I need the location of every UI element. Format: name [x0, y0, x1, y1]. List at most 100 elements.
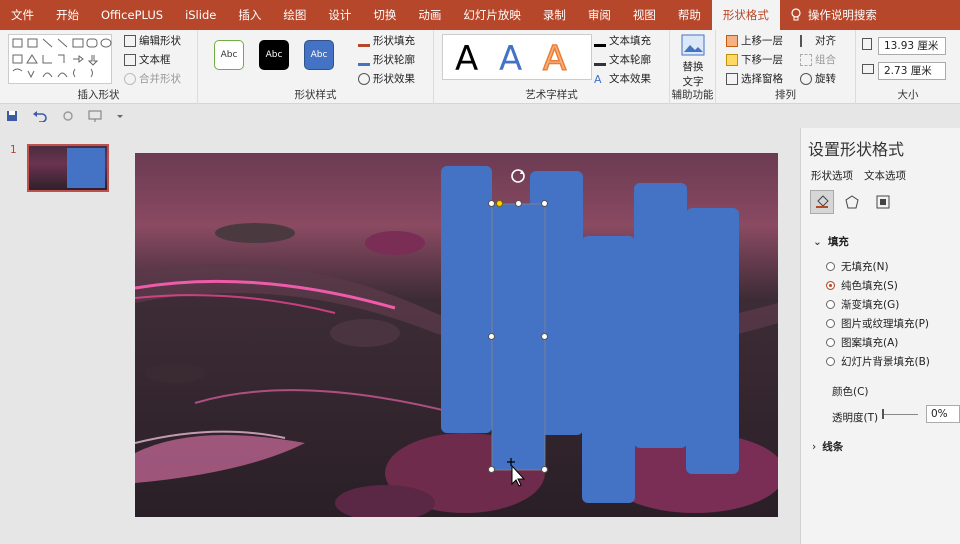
align-button[interactable]: 对齐 [800, 33, 836, 48]
resize-handle-mr[interactable] [541, 333, 548, 340]
style-preset-blue[interactable]: Abc [304, 40, 334, 70]
text-outline-label: 文本轮廓 [609, 54, 651, 66]
transparency-slider[interactable] [882, 414, 918, 415]
bar-shape-4[interactable] [582, 236, 635, 503]
rotate-handle-icon[interactable] [511, 169, 525, 183]
tab-help[interactable]: 帮助 [667, 0, 712, 30]
shape-width-field[interactable]: 2.73 厘米 [878, 62, 946, 80]
bar-shape-3[interactable] [530, 171, 583, 435]
group-label-wordart: 艺术字样式 [525, 89, 578, 101]
style-preset-black[interactable]: Abc [259, 40, 289, 70]
resize-handle-tr[interactable] [541, 200, 548, 207]
selection-pane-button[interactable]: 选择窗格 [726, 71, 783, 86]
help-search[interactable]: 操作说明搜索 [790, 7, 877, 23]
send-backward-button[interactable]: 下移一层 [726, 52, 783, 67]
edit-shape-button[interactable]: 编辑形状 [124, 33, 181, 48]
effects-tab[interactable] [840, 190, 864, 214]
group-button[interactable]: 组合 [800, 52, 836, 67]
tab-shape-options[interactable]: 形状选项 [811, 168, 853, 183]
group-accessibility: 替换 文字 辅助功能 [670, 30, 716, 104]
bar-shape-1[interactable] [441, 166, 492, 433]
transparency-label: 透明度(T) [832, 412, 879, 424]
wordart-blue[interactable]: A [499, 39, 522, 79]
wordart-black[interactable]: A [455, 39, 478, 79]
fill-option-none[interactable]: 无填充(N) [826, 259, 889, 274]
slide-thumbnail-1[interactable] [27, 144, 109, 192]
resize-handle-ml[interactable] [488, 333, 495, 340]
resize-handle-bl[interactable] [488, 466, 495, 473]
chevron-right-icon: › [812, 440, 817, 453]
customize-qat-icon[interactable] [116, 112, 124, 120]
tab-draw[interactable]: 绘图 [272, 0, 317, 30]
fill-option-solid[interactable]: 纯色填充(S) [826, 278, 898, 293]
fill-option-pattern[interactable]: 图案填充(A) [826, 335, 898, 350]
text-effects-button[interactable]: A 文本效果 [594, 71, 651, 86]
bar-shape-6[interactable] [686, 208, 739, 474]
fill-option-slide-bg[interactable]: 幻灯片背景填充(B) [826, 354, 930, 369]
quick-access-toolbar [0, 104, 800, 128]
tab-transitions[interactable]: 切换 [362, 0, 407, 30]
fill-line-tab[interactable] [810, 190, 834, 214]
tab-home[interactable]: 开始 [45, 0, 90, 30]
pane-title: 设置形状格式 [808, 140, 905, 159]
shape-outline-button[interactable]: 形状轮廓 [358, 52, 415, 67]
size-properties-tab[interactable] [871, 190, 895, 214]
resize-handle-br[interactable] [541, 466, 548, 473]
text-box-button[interactable]: 文本框 [124, 52, 171, 67]
tab-insert[interactable]: 插入 [227, 0, 272, 30]
shape-height-field[interactable]: 13.93 厘米 [878, 37, 946, 55]
tab-design[interactable]: 设计 [317, 0, 362, 30]
merge-shapes-label: 合并形状 [139, 73, 181, 85]
tab-slideshow[interactable]: 幻灯片放映 [452, 0, 532, 30]
group-wordart: A A A 文本填充 文本轮廓 A 文本效果 艺术字样式 [434, 30, 670, 104]
rotate-button[interactable]: 旋转 [800, 71, 836, 86]
line-section-header[interactable]: › 线条 [812, 439, 843, 454]
tab-animations[interactable]: 动画 [407, 0, 452, 30]
undo-icon[interactable] [32, 110, 48, 122]
text-outline-button[interactable]: 文本轮廓 [594, 52, 651, 67]
style-preset-outline[interactable]: Abc [214, 40, 244, 70]
bar-shape-5[interactable] [634, 183, 687, 448]
tab-text-options[interactable]: 文本选项 [864, 168, 906, 183]
shapes-gallery[interactable] [8, 34, 112, 84]
group-shape-styles: Abc Abc Abc 形状填充 形状轮廓 形状效果 形状样式 [198, 30, 434, 104]
tab-officeplus[interactable]: OfficePLUS [90, 0, 174, 30]
fill-option-picture[interactable]: 图片或纹理填充(P) [826, 316, 929, 331]
slide-thumbnails: 1 [0, 128, 120, 544]
wordart-orange[interactable]: A [542, 38, 567, 80]
alt-text-button[interactable]: 替换 文字 [676, 34, 710, 89]
transparency-slider-thumb[interactable] [882, 409, 884, 419]
bring-forward-label: 上移一层 [741, 35, 783, 47]
tab-shape-format[interactable]: 形状格式 [711, 0, 780, 30]
present-icon[interactable] [88, 110, 102, 122]
wordart-gallery[interactable]: A A A [442, 34, 592, 80]
adjust-handle[interactable] [496, 200, 503, 207]
redo-icon[interactable] [62, 110, 74, 122]
transparency-field[interactable]: 0% [926, 405, 960, 423]
selected-shapes[interactable] [135, 153, 778, 517]
pentagon-icon [845, 195, 859, 209]
shape-outline-label: 形状轮廓 [373, 54, 415, 66]
fill-option-gradient[interactable]: 渐变填充(G) [826, 297, 899, 312]
shape-effects-button[interactable]: 形状效果 [358, 71, 415, 86]
merge-shapes-button[interactable]: 合并形状 [124, 71, 181, 86]
tab-file[interactable]: 文件 [0, 0, 45, 30]
tab-islide[interactable]: iSlide [174, 0, 227, 30]
picture-icon [681, 34, 705, 56]
tab-review[interactable]: 审阅 [577, 0, 622, 30]
tab-record[interactable]: 录制 [532, 0, 577, 30]
save-icon[interactable] [6, 110, 18, 122]
resize-handle-tl[interactable] [488, 200, 495, 207]
resize-handle-tm[interactable] [515, 200, 522, 207]
group-label-shape-styles: 形状样式 [294, 89, 337, 101]
shape-fill-button[interactable]: 形状填充 [358, 33, 415, 48]
tab-view[interactable]: 视图 [622, 0, 667, 30]
slide[interactable] [135, 153, 778, 517]
lightbulb-icon [791, 8, 801, 21]
fill-section-header[interactable]: ⌄ 填充 [813, 234, 849, 249]
line-section-label: 线条 [822, 441, 844, 453]
bring-forward-button[interactable]: 上移一层 [726, 33, 783, 48]
slide-number: 1 [10, 144, 17, 156]
text-fill-button[interactable]: 文本填充 [594, 33, 651, 48]
paint-bucket-icon [358, 35, 370, 47]
